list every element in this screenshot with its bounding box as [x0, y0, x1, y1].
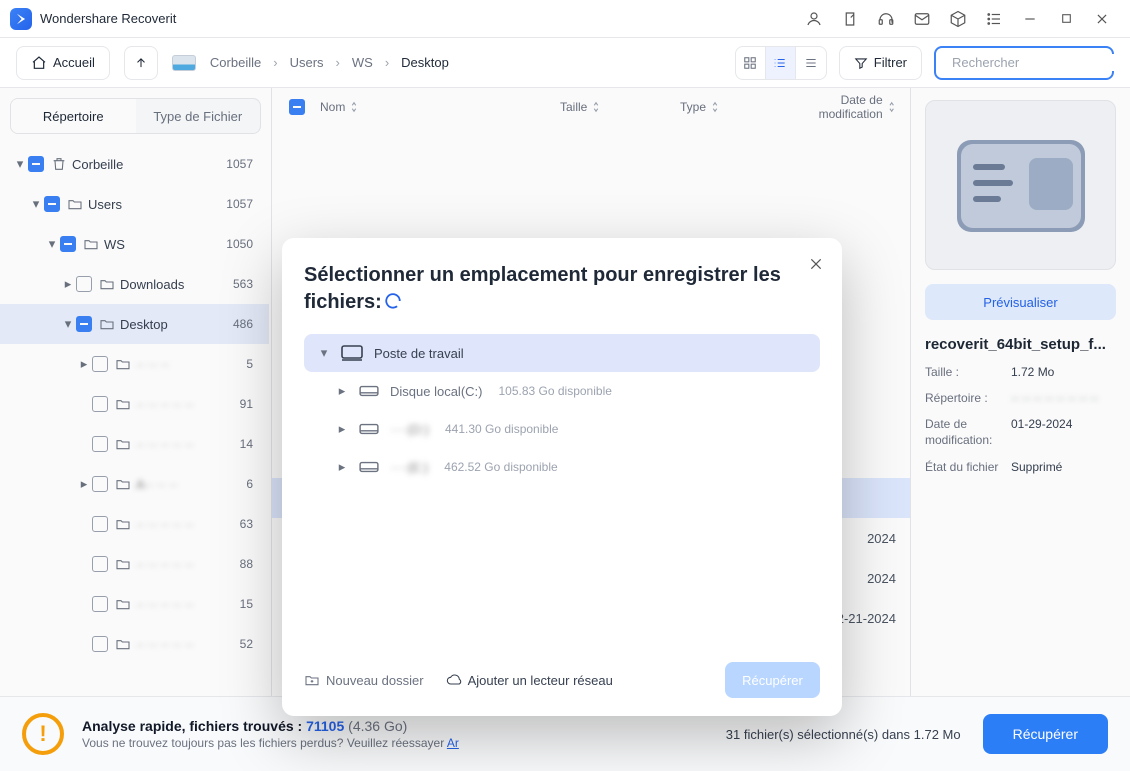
- retry-link[interactable]: Ar: [447, 736, 459, 750]
- scan-summary: Analyse rapide, fichiers trouvés : 71105…: [82, 718, 459, 734]
- home-button[interactable]: Accueil: [16, 46, 110, 80]
- chevron-right-icon: ›: [336, 55, 340, 70]
- list-icon[interactable]: [976, 0, 1012, 38]
- recover-button[interactable]: Récupérer: [983, 714, 1108, 754]
- crumb-users[interactable]: Users: [290, 55, 324, 70]
- chevron-right-icon: ▸: [336, 421, 348, 437]
- home-icon: [31, 55, 47, 71]
- minimize-icon[interactable]: [1012, 0, 1048, 38]
- cloud-icon: [446, 672, 462, 688]
- maximize-icon[interactable]: [1048, 0, 1084, 38]
- toolbar: Accueil Corbeille › Users › WS › Desktop…: [0, 38, 1130, 88]
- title-bar: Wondershare Recoverit: [0, 0, 1130, 38]
- folder-plus-icon: [304, 672, 320, 688]
- view-compact-button[interactable]: [796, 47, 826, 79]
- disk-available: 105.83 Go disponible: [498, 384, 611, 398]
- scan-hint: Vous ne trouvez toujours pas les fichier…: [82, 736, 459, 750]
- disk-name: ····(E:): [390, 460, 428, 475]
- view-mode-segment: [735, 46, 827, 80]
- view-grid-button[interactable]: [736, 47, 766, 79]
- chevron-down-icon: ▾: [318, 345, 330, 361]
- warning-icon: !: [22, 713, 64, 755]
- account-icon[interactable]: [796, 0, 832, 38]
- search-field[interactable]: [934, 46, 1114, 80]
- modal-footer: Nouveau dossier Ajouter un lecteur résea…: [304, 650, 820, 698]
- package-icon[interactable]: [940, 0, 976, 38]
- location-disk[interactable]: ▸ ····(E:) 462.52 Go disponible: [304, 448, 820, 486]
- filter-button[interactable]: Filtrer: [839, 46, 922, 80]
- chevron-right-icon: ▸: [336, 459, 348, 475]
- arrow-up-icon: [134, 56, 148, 70]
- crumb-desktop[interactable]: Desktop: [401, 55, 449, 70]
- app-title: Wondershare Recoverit: [40, 11, 176, 26]
- location-root[interactable]: ▾ Poste de travail: [304, 334, 820, 372]
- modal-recover-button[interactable]: Récupérer: [725, 662, 820, 698]
- save-location-modal: Sélectionner un emplacement pour enregis…: [282, 238, 842, 716]
- chevron-right-icon: ▸: [336, 383, 348, 399]
- chevron-right-icon: ›: [273, 55, 277, 70]
- chevron-right-icon: ›: [385, 55, 389, 70]
- disk-available: 441.30 Go disponible: [445, 422, 558, 436]
- app-logo: [10, 8, 32, 30]
- new-folder-button[interactable]: Nouveau dossier: [304, 672, 424, 688]
- view-list-button[interactable]: [766, 47, 796, 79]
- location-disk[interactable]: ▸ Disque local(C:) 105.83 Go disponible: [304, 372, 820, 410]
- filter-icon: [854, 56, 868, 70]
- disk-available: 462.52 Go disponible: [444, 460, 557, 474]
- close-icon[interactable]: [1084, 0, 1120, 38]
- selection-info: 31 fichier(s) sélectionné(s) dans 1.72 M…: [726, 727, 961, 742]
- modal-title: Sélectionner un emplacement pour enregis…: [304, 262, 820, 316]
- spinner-icon: [384, 292, 402, 310]
- home-label: Accueil: [53, 55, 95, 70]
- crumb-corbeille[interactable]: Corbeille: [210, 55, 261, 70]
- disk-icon: [358, 459, 380, 475]
- search-input[interactable]: [950, 54, 1130, 71]
- share-icon[interactable]: [832, 0, 868, 38]
- location-disk[interactable]: ▸ ····(D:) 441.30 Go disponible: [304, 410, 820, 448]
- filter-label: Filtrer: [874, 55, 907, 70]
- disk-icon: [358, 421, 380, 437]
- up-button[interactable]: [124, 46, 158, 80]
- breadcrumb: Corbeille › Users › WS › Desktop: [210, 55, 449, 70]
- disk-name: ····(D:): [390, 422, 429, 437]
- crumb-ws[interactable]: WS: [352, 55, 373, 70]
- mail-icon[interactable]: [904, 0, 940, 38]
- add-network-drive-button[interactable]: Ajouter un lecteur réseau: [446, 672, 613, 688]
- modal-close-button[interactable]: [804, 252, 828, 276]
- location-list: ▾ Poste de travail ▸ Disque local(C:) 105.…: [304, 334, 820, 650]
- disk-icon: [358, 383, 380, 399]
- location-label: Poste de travail: [374, 346, 464, 361]
- drive-icon: [172, 55, 196, 71]
- computer-icon: [340, 344, 364, 362]
- disk-name: Disque local(C:): [390, 384, 482, 399]
- headset-icon[interactable]: [868, 0, 904, 38]
